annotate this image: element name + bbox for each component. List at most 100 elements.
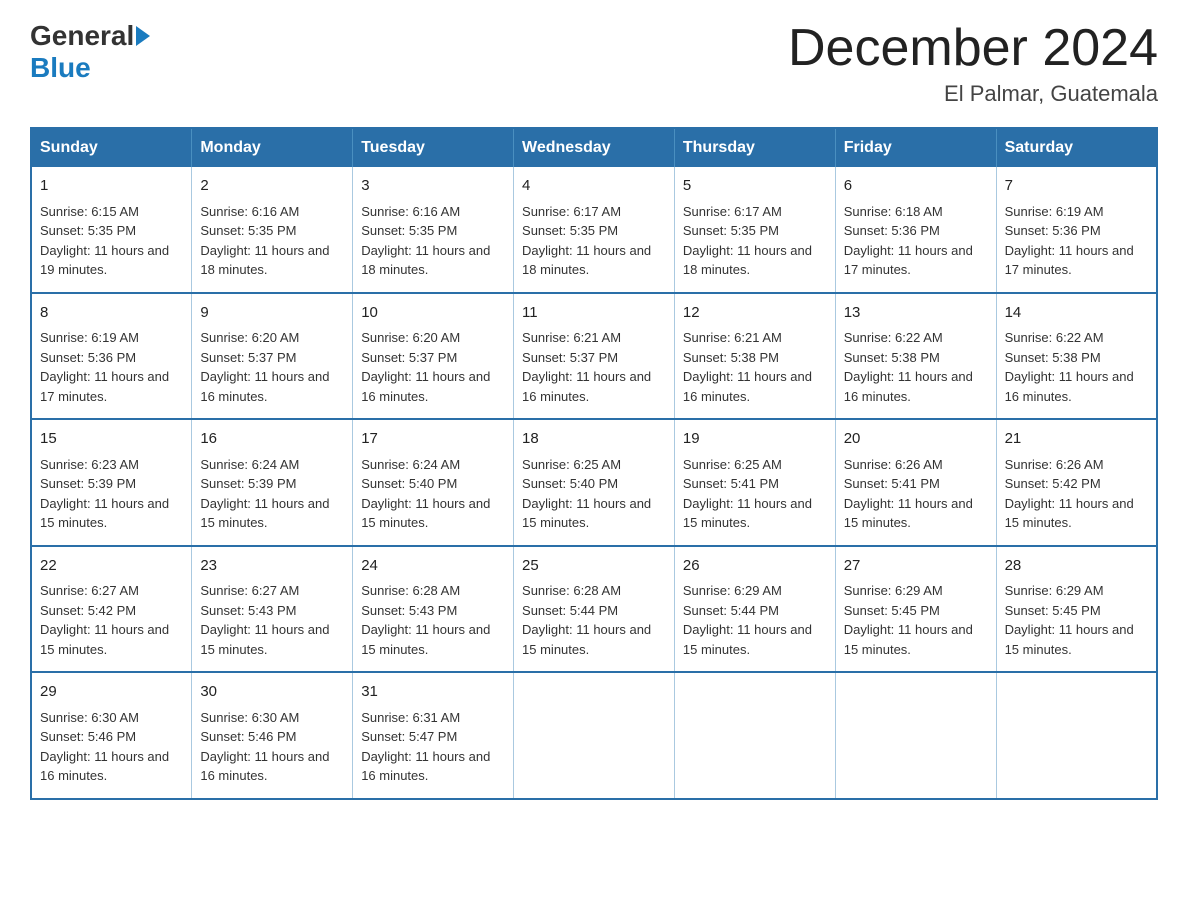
- day-number: 24: [361, 555, 505, 578]
- calendar-day-cell: 31 Sunrise: 6:31 AMSunset: 5:47 PMDayligh…: [353, 672, 514, 799]
- logo-blue-text: Blue: [30, 52, 91, 83]
- calendar-week-row: 8 Sunrise: 6:19 AMSunset: 5:36 PMDaylight…: [31, 293, 1157, 420]
- day-number: 9: [200, 302, 344, 325]
- day-number: 3: [361, 175, 505, 198]
- day-of-week-header: Wednesday: [514, 128, 675, 167]
- day-info: Sunrise: 6:28 AMSunset: 5:43 PMDaylight:…: [361, 583, 490, 657]
- day-number: 22: [40, 555, 183, 578]
- calendar-day-cell: 1 Sunrise: 6:15 AMSunset: 5:35 PMDaylight…: [31, 167, 192, 293]
- day-of-week-header: Sunday: [31, 128, 192, 167]
- day-info: Sunrise: 6:25 AMSunset: 5:40 PMDaylight:…: [522, 457, 651, 531]
- calendar-week-row: 22 Sunrise: 6:27 AMSunset: 5:42 PMDayligh…: [31, 546, 1157, 673]
- calendar-week-row: 29 Sunrise: 6:30 AMSunset: 5:46 PMDayligh…: [31, 672, 1157, 799]
- day-info: Sunrise: 6:26 AMSunset: 5:42 PMDaylight:…: [1005, 457, 1134, 531]
- day-info: Sunrise: 6:28 AMSunset: 5:44 PMDaylight:…: [522, 583, 651, 657]
- calendar-day-cell: 2 Sunrise: 6:16 AMSunset: 5:35 PMDaylight…: [192, 167, 353, 293]
- day-info: Sunrise: 6:22 AMSunset: 5:38 PMDaylight:…: [844, 330, 973, 404]
- month-title: December 2024: [788, 20, 1158, 77]
- day-info: Sunrise: 6:24 AMSunset: 5:39 PMDaylight:…: [200, 457, 329, 531]
- day-info: Sunrise: 6:20 AMSunset: 5:37 PMDaylight:…: [361, 330, 490, 404]
- day-info: Sunrise: 6:31 AMSunset: 5:47 PMDaylight:…: [361, 710, 490, 784]
- calendar-day-cell: [835, 672, 996, 799]
- calendar-day-cell: 27Sunrise: 6:29 AMSunset: 5:45 PMDayligh…: [835, 546, 996, 673]
- day-info: Sunrise: 6:16 AMSunset: 5:35 PMDaylight:…: [361, 204, 490, 278]
- calendar-day-cell: 23Sunrise: 6:27 AMSunset: 5:43 PMDayligh…: [192, 546, 353, 673]
- day-number: 14: [1005, 302, 1148, 325]
- calendar-day-cell: [674, 672, 835, 799]
- day-info: Sunrise: 6:19 AMSunset: 5:36 PMDaylight:…: [1005, 204, 1134, 278]
- calendar-day-cell: 29 Sunrise: 6:30 AMSunset: 5:46 PMDayligh…: [31, 672, 192, 799]
- day-number: 29: [40, 681, 183, 704]
- day-number: 23: [200, 555, 344, 578]
- day-number: 21: [1005, 428, 1148, 451]
- calendar-day-cell: 20 Sunrise: 6:26 AMSunset: 5:41 PMDayligh…: [835, 419, 996, 546]
- day-info: Sunrise: 6:16 AMSunset: 5:35 PMDaylight:…: [200, 204, 329, 278]
- day-number: 13: [844, 302, 988, 325]
- day-number: 17: [361, 428, 505, 451]
- day-info: Sunrise: 6:27 AMSunset: 5:42 PMDaylight:…: [40, 583, 169, 657]
- day-number: 6: [844, 175, 988, 198]
- day-number: 8: [40, 302, 183, 325]
- day-info: Sunrise: 6:15 AMSunset: 5:35 PMDaylight:…: [40, 204, 169, 278]
- day-info: Sunrise: 6:30 AMSunset: 5:46 PMDaylight:…: [200, 710, 329, 784]
- day-number: 10: [361, 302, 505, 325]
- calendar-day-cell: 21 Sunrise: 6:26 AMSunset: 5:42 PMDayligh…: [996, 419, 1157, 546]
- calendar-day-cell: 6 Sunrise: 6:18 AMSunset: 5:36 PMDaylight…: [835, 167, 996, 293]
- calendar-day-cell: 28Sunrise: 6:29 AMSunset: 5:45 PMDayligh…: [996, 546, 1157, 673]
- day-info: Sunrise: 6:20 AMSunset: 5:37 PMDaylight:…: [200, 330, 329, 404]
- calendar-day-cell: 8 Sunrise: 6:19 AMSunset: 5:36 PMDaylight…: [31, 293, 192, 420]
- day-of-week-header: Tuesday: [353, 128, 514, 167]
- day-of-week-header: Saturday: [996, 128, 1157, 167]
- calendar-day-cell: 13 Sunrise: 6:22 AMSunset: 5:38 PMDayligh…: [835, 293, 996, 420]
- calendar-day-cell: 15 Sunrise: 6:23 AMSunset: 5:39 PMDayligh…: [31, 419, 192, 546]
- day-info: Sunrise: 6:30 AMSunset: 5:46 PMDaylight:…: [40, 710, 169, 784]
- title-block: December 2024 El Palmar, Guatemala: [788, 20, 1158, 107]
- day-number: 5: [683, 175, 827, 198]
- calendar-day-cell: 14 Sunrise: 6:22 AMSunset: 5:38 PMDayligh…: [996, 293, 1157, 420]
- day-of-week-header: Friday: [835, 128, 996, 167]
- day-number: 1: [40, 175, 183, 198]
- day-info: Sunrise: 6:25 AMSunset: 5:41 PMDaylight:…: [683, 457, 812, 531]
- logo: General Blue: [30, 20, 150, 84]
- day-info: Sunrise: 6:23 AMSunset: 5:39 PMDaylight:…: [40, 457, 169, 531]
- calendar-day-cell: 5Sunrise: 6:17 AMSunset: 5:35 PMDaylight…: [674, 167, 835, 293]
- calendar-header-row: SundayMondayTuesdayWednesdayThursdayFrid…: [31, 128, 1157, 167]
- calendar-week-row: 15 Sunrise: 6:23 AMSunset: 5:39 PMDayligh…: [31, 419, 1157, 546]
- day-of-week-header: Monday: [192, 128, 353, 167]
- logo-arrow-icon: [136, 26, 150, 46]
- calendar-day-cell: 4Sunrise: 6:17 AMSunset: 5:35 PMDaylight…: [514, 167, 675, 293]
- location-subtitle: El Palmar, Guatemala: [788, 81, 1158, 107]
- calendar-day-cell: 24 Sunrise: 6:28 AMSunset: 5:43 PMDayligh…: [353, 546, 514, 673]
- day-number: 25: [522, 555, 666, 578]
- day-info: Sunrise: 6:18 AMSunset: 5:36 PMDaylight:…: [844, 204, 973, 278]
- calendar-day-cell: 26Sunrise: 6:29 AMSunset: 5:44 PMDayligh…: [674, 546, 835, 673]
- day-number: 19: [683, 428, 827, 451]
- day-of-week-header: Thursday: [674, 128, 835, 167]
- day-number: 16: [200, 428, 344, 451]
- calendar-day-cell: 3 Sunrise: 6:16 AMSunset: 5:35 PMDaylight…: [353, 167, 514, 293]
- day-number: 28: [1005, 555, 1148, 578]
- calendar-day-cell: [514, 672, 675, 799]
- calendar-day-cell: 12Sunrise: 6:21 AMSunset: 5:38 PMDayligh…: [674, 293, 835, 420]
- calendar-day-cell: 11Sunrise: 6:21 AMSunset: 5:37 PMDayligh…: [514, 293, 675, 420]
- day-number: 27: [844, 555, 988, 578]
- day-info: Sunrise: 6:29 AMSunset: 5:44 PMDaylight:…: [683, 583, 812, 657]
- day-number: 18: [522, 428, 666, 451]
- day-info: Sunrise: 6:21 AMSunset: 5:38 PMDaylight:…: [683, 330, 812, 404]
- day-info: Sunrise: 6:19 AMSunset: 5:36 PMDaylight:…: [40, 330, 169, 404]
- day-info: Sunrise: 6:26 AMSunset: 5:41 PMDaylight:…: [844, 457, 973, 531]
- calendar-day-cell: 30Sunrise: 6:30 AMSunset: 5:46 PMDayligh…: [192, 672, 353, 799]
- day-info: Sunrise: 6:24 AMSunset: 5:40 PMDaylight:…: [361, 457, 490, 531]
- day-number: 7: [1005, 175, 1148, 198]
- day-info: Sunrise: 6:22 AMSunset: 5:38 PMDaylight:…: [1005, 330, 1134, 404]
- calendar-day-cell: [996, 672, 1157, 799]
- day-info: Sunrise: 6:17 AMSunset: 5:35 PMDaylight:…: [522, 204, 651, 278]
- day-number: 11: [522, 302, 666, 325]
- calendar-day-cell: 22 Sunrise: 6:27 AMSunset: 5:42 PMDayligh…: [31, 546, 192, 673]
- day-number: 15: [40, 428, 183, 451]
- day-number: 31: [361, 681, 505, 704]
- calendar-day-cell: 10 Sunrise: 6:20 AMSunset: 5:37 PMDayligh…: [353, 293, 514, 420]
- day-number: 2: [200, 175, 344, 198]
- day-number: 20: [844, 428, 988, 451]
- calendar-day-cell: 17 Sunrise: 6:24 AMSunset: 5:40 PMDayligh…: [353, 419, 514, 546]
